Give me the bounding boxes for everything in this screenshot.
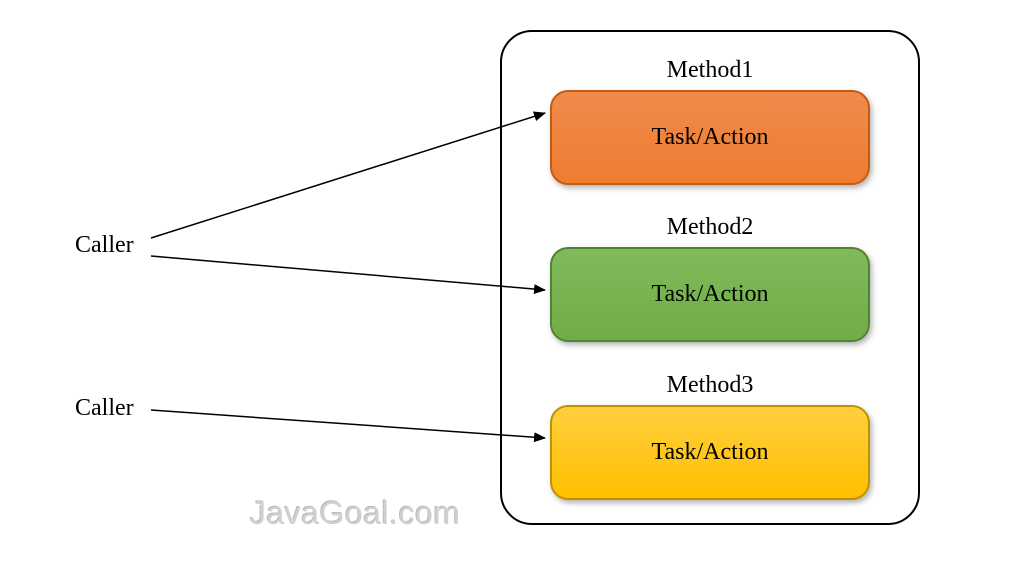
method-group-3: Method3 Task/Action (550, 372, 870, 500)
arrow-caller2-method3 (151, 410, 545, 438)
caller-label-2: Caller (75, 395, 134, 422)
task-label-3: Task/Action (652, 439, 769, 466)
caller-label-1: Caller (75, 232, 134, 259)
method-group-1: Method1 Task/Action (550, 57, 870, 185)
arrow-caller1-method1 (151, 113, 545, 238)
method-label-2: Method2 (550, 214, 870, 241)
methods-container: Method1 Task/Action Method2 Task/Action … (500, 30, 920, 525)
arrow-caller1-method2 (151, 256, 545, 290)
task-box-2: Task/Action (550, 247, 870, 342)
method-label-1: Method1 (550, 57, 870, 84)
task-label-1: Task/Action (652, 124, 769, 151)
task-box-1: Task/Action (550, 90, 870, 185)
task-label-2: Task/Action (652, 281, 769, 308)
task-box-3: Task/Action (550, 405, 870, 500)
watermark-text: JavaGoal.com (250, 495, 461, 532)
diagram-canvas: Caller Caller Method1 Task/Action Method… (0, 0, 1024, 575)
method-label-3: Method3 (550, 372, 870, 399)
method-group-2: Method2 Task/Action (550, 214, 870, 342)
